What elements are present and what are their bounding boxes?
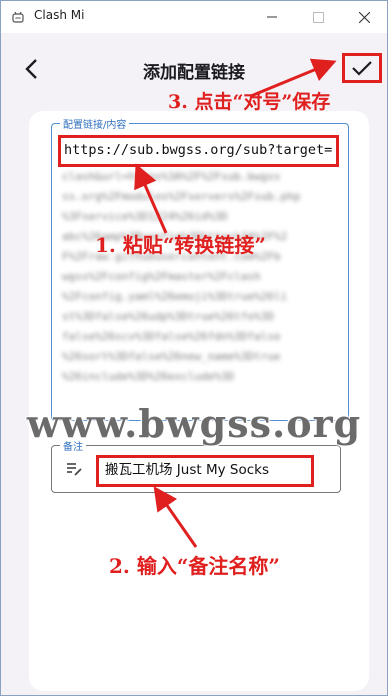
config-content-label: 配置链接/内容 <box>60 116 130 131</box>
blurred-line: %2Fconfig.yaml%26emoji%3Dtrue%26li <box>62 290 288 303</box>
minimize-button[interactable] <box>249 1 295 33</box>
page-title: 添加配置链接 <box>143 63 245 83</box>
title-bar: Clash Mi <box>1 1 387 33</box>
annotation-step3: 3. 点击“对号”保存 <box>168 91 331 113</box>
blurred-line: st%3Dfalse%26udp%3Dtrue%26tfo%3D <box>62 310 274 323</box>
maximize-icon <box>312 11 324 23</box>
blurred-line: %3Fservice%3D1224%26id%3D <box>62 210 228 223</box>
annotation-step1: 1. 粘贴“转换链接” <box>95 233 266 257</box>
annotation-step2: 2. 输入“备注名称” <box>109 554 280 578</box>
save-button[interactable] <box>342 53 382 83</box>
blurred-line: false%26scv%3Dfalse%26fdn%3Dfalse <box>62 330 281 343</box>
config-url-text[interactable]: https://sub.bwgss.org/sub?target= <box>58 135 339 167</box>
blurred-line: clash&url=https%3A%2F%2Fsub.bwgss <box>62 170 281 183</box>
notes-input[interactable]: 搬瓦工机场 Just My Socks <box>96 455 314 487</box>
blurred-content: clash&url=https%3A%2F%2Fsub.bwgss ss.org… <box>62 170 332 390</box>
maximize-button[interactable] <box>295 1 341 33</box>
window-title: Clash Mi <box>34 8 85 22</box>
minimize-icon <box>267 16 277 18</box>
blurred-line: ss.org%2Fmodules%2Fservers%2Fsub.php <box>62 190 301 203</box>
close-icon <box>358 11 370 23</box>
blurred-line: wgss%2Fconfig%2Fmaster%2Fclash <box>62 270 261 283</box>
app-icon <box>12 11 24 23</box>
app-window: Clash Mi 添加配置链接 配置链接/内容 https://sub.bwgs… <box>0 0 388 696</box>
config-content-field[interactable]: 配置链接/内容 https://sub.bwgss.org/sub?target… <box>51 116 349 421</box>
blurred-line: %26include%3D%26exclude%3D <box>62 370 235 383</box>
watermark-text: www.bwgss.org <box>26 401 362 446</box>
notes-icon <box>67 463 82 476</box>
check-icon <box>352 61 372 76</box>
blurred-line: %26sort%3Dfalse%26new_name%3Dtrue <box>62 350 281 363</box>
close-button[interactable] <box>341 1 387 33</box>
notes-field[interactable]: 备注 搬瓦工机场 Just My Socks <box>51 438 341 493</box>
